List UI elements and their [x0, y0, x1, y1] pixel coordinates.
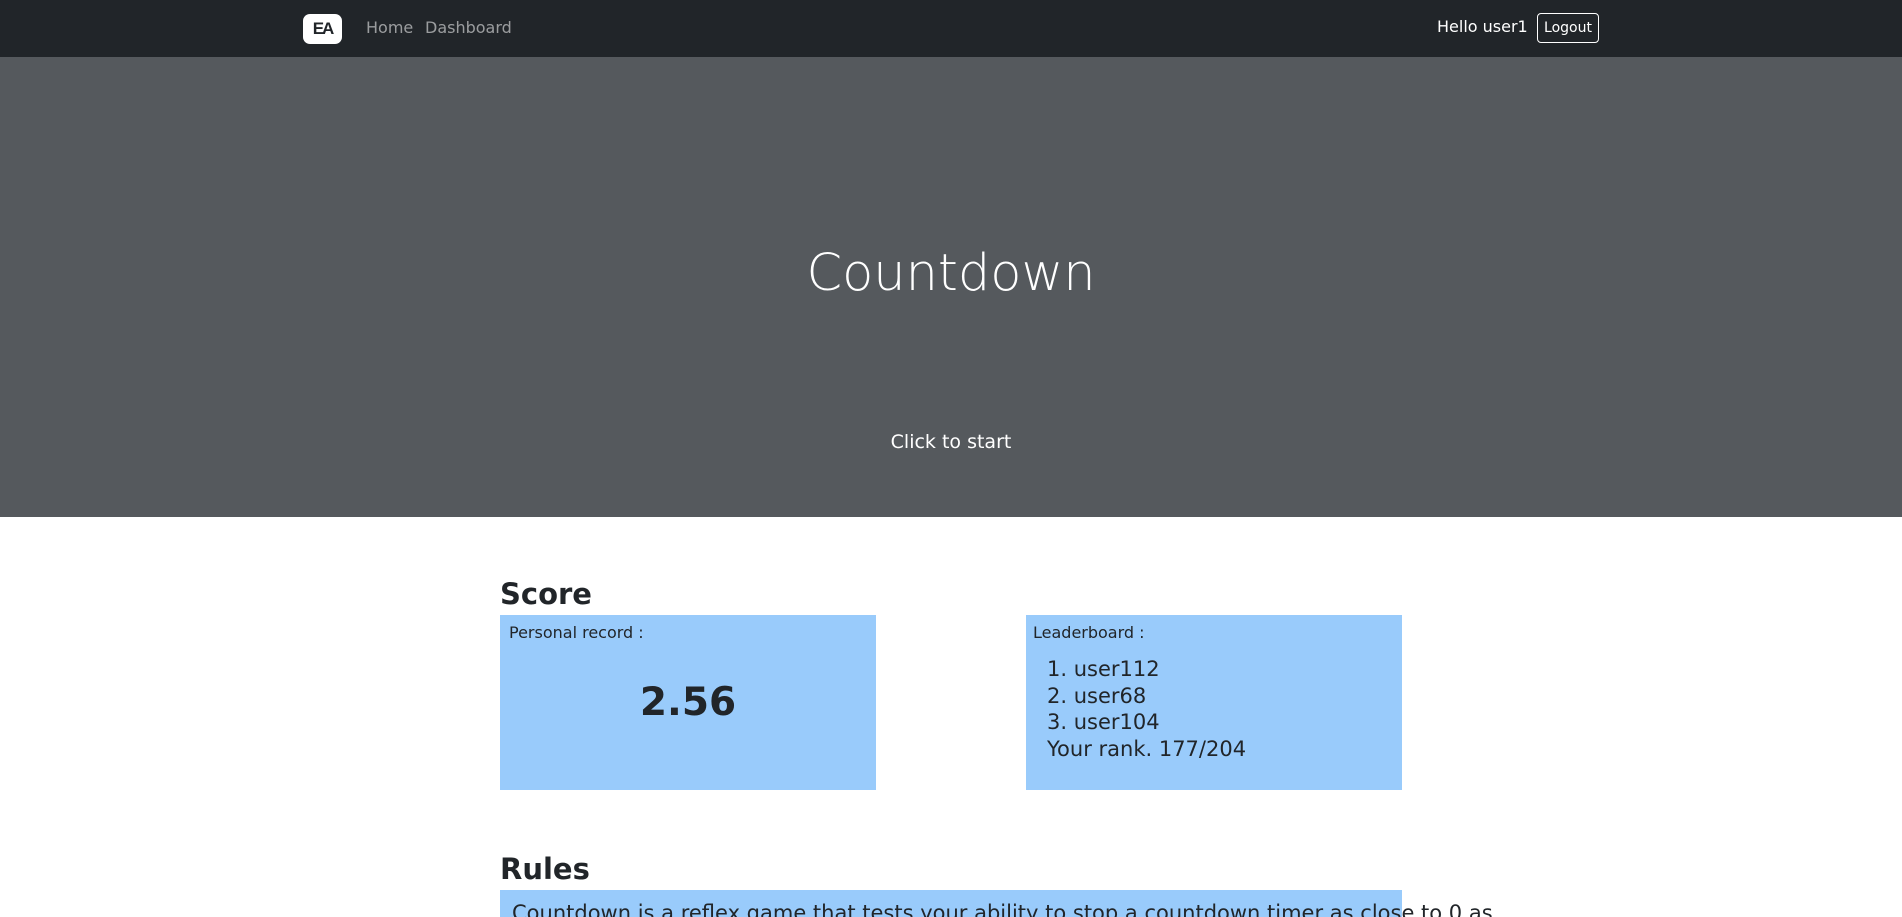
brand-logo[interactable]: EA: [303, 14, 342, 44]
rules-text: Countdown is a reflex game that tests yo…: [512, 901, 1493, 917]
top-navbar: EA Home Dashboard Hello user1 Logout: [0, 0, 1902, 57]
game-title: Countdown: [806, 244, 1096, 303]
personal-record-label: Personal record :: [509, 623, 644, 642]
rules-card: Countdown is a reflex game that tests yo…: [500, 890, 1493, 917]
user-greeting: Hello user1: [1437, 17, 1528, 36]
leaderboard-entry: 3. user104: [1047, 710, 1160, 734]
rules-heading: Rules: [500, 852, 590, 886]
logout-button[interactable]: Logout: [1537, 13, 1599, 43]
leaderboard-label: Leaderboard :: [1033, 623, 1145, 642]
nav-link-home[interactable]: Home: [366, 18, 413, 38]
leaderboard-list: 1. user112 2. user68 3. user104: [1047, 656, 1160, 736]
personal-record-value: 2.56: [639, 680, 737, 725]
game-start-area[interactable]: Countdown Click to start: [0, 57, 1902, 517]
leaderboard-card: Leaderboard : 1. user112 2. user68 3. us…: [1026, 615, 1402, 790]
score-heading: Score: [500, 577, 592, 611]
your-rank: Your rank. 177/204: [1047, 737, 1247, 761]
leaderboard-entry: 1. user112: [1047, 657, 1160, 681]
nav-link-dashboard[interactable]: Dashboard: [425, 18, 512, 38]
start-prompt[interactable]: Click to start: [0, 430, 1902, 454]
leaderboard-entry: 2. user68: [1047, 683, 1147, 708]
personal-record-card: Personal record : 2.56: [500, 615, 876, 790]
